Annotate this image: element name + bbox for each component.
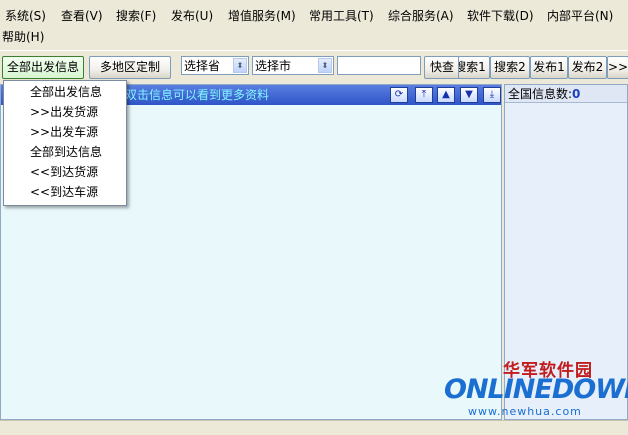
publish1-button[interactable]: 发布1 (530, 56, 568, 79)
search1-button[interactable]: 搜索1 (458, 56, 490, 79)
province-select[interactable]: 选择省 ⬍ (181, 56, 249, 75)
city-select[interactable]: 选择市 ⬍ (252, 56, 334, 75)
multi-region-button[interactable]: 多地区定制 (89, 56, 171, 79)
search2-button[interactable]: 搜索2 (490, 56, 530, 79)
menu-publish[interactable]: 发布(U) (171, 7, 213, 25)
arrow-up-icon[interactable]: ▲ (437, 87, 455, 103)
province-select-value: 选择省 (184, 59, 221, 73)
menu-value-added[interactable]: 增值服务(M) (228, 7, 296, 25)
dropdown-item-arrive-goods[interactable]: <<到达货源 (4, 162, 126, 182)
info-list-hint: 双击信息可以看到更多资料 (125, 88, 270, 102)
dropdown-item-all-depart[interactable]: 全部出发信息 (4, 82, 126, 102)
toolbar: 全部出发信息 多地区定制 选择省 ⬍ 选择市 ⬍ 快查 搜索1 搜索2 发布1 … (0, 50, 628, 83)
national-count-header: 全国信息数:0 (505, 85, 627, 103)
menu-internal[interactable]: 内部平台(N) (547, 7, 613, 25)
menu-download[interactable]: 软件下载(D) (467, 7, 534, 25)
menu-view[interactable]: 查看(V) (61, 7, 103, 25)
dropdown-item-all-arrive[interactable]: 全部到达信息 (4, 142, 126, 162)
national-count-value: 0 (572, 87, 581, 101)
keyword-input[interactable] (337, 56, 421, 75)
refresh-icon[interactable]: ⟳ (390, 87, 408, 103)
menu-bar: 系统(S) 查看(V) 搜索(F) 发布(U) 增值服务(M) 常用工具(T) … (0, 0, 628, 46)
all-depart-button[interactable]: 全部出发信息 (2, 56, 84, 79)
menu-system[interactable]: 系统(S) (5, 7, 46, 25)
jump-top-icon[interactable]: ⤒ (415, 87, 433, 103)
watermark-url: www.newhua.com (468, 405, 582, 418)
dropdown-item-depart-vehicles[interactable]: >>出发车源 (4, 122, 126, 142)
watermark-logo: 华军软件园 ONLINEDOWN www.newhua.com (430, 356, 628, 420)
status-bar (0, 420, 628, 435)
quick-search-button[interactable]: 快查 (424, 56, 460, 79)
jump-bottom-icon[interactable]: ⤓ (483, 87, 501, 103)
menu-services[interactable]: 综合服务(A) (388, 7, 454, 25)
national-count-label: 全国信息数: (508, 87, 573, 101)
dropdown-item-arrive-vehicles[interactable]: <<到达车源 (4, 182, 126, 202)
depart-filter-dropdown: 全部出发信息 >>出发货源 >>出发车源 全部到达信息 <<到达货源 <<到达车… (3, 80, 127, 206)
arrow-down-icon[interactable]: ▼ (460, 87, 478, 103)
menu-tools[interactable]: 常用工具(T) (309, 7, 374, 25)
menu-search[interactable]: 搜索(F) (116, 7, 156, 25)
select-arrow-icon: ⬍ (233, 58, 247, 73)
more-button[interactable]: >> (607, 56, 628, 79)
dropdown-item-depart-goods[interactable]: >>出发货源 (4, 102, 126, 122)
publish2-button[interactable]: 发布2 (568, 56, 607, 79)
select-arrow-icon: ⬍ (318, 58, 332, 73)
watermark-en: ONLINEDOWN (444, 374, 628, 405)
city-select-value: 选择市 (255, 59, 292, 73)
menu-help[interactable]: 帮助(H) (2, 28, 44, 46)
